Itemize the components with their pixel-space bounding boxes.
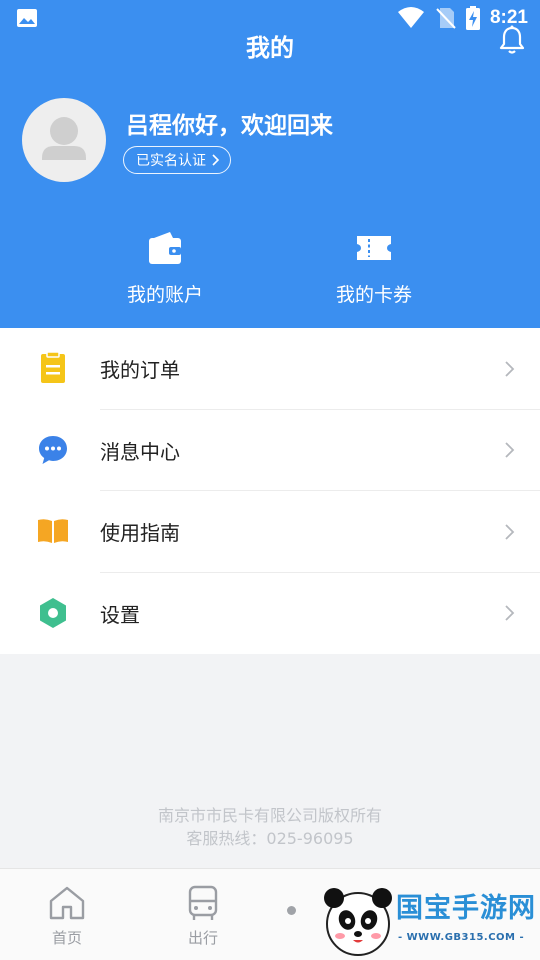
chevron-right-icon: [212, 154, 220, 166]
menu-item-messages[interactable]: 消息中心: [0, 410, 540, 491]
my-account-label: 我的账户: [126, 284, 203, 306]
gallery-notification-icon: [17, 9, 37, 27]
default-user-icon: [42, 117, 86, 160]
settings-hexagon-icon: [40, 597, 66, 628]
verified-badge-button[interactable]: 已实名认证: [123, 146, 231, 174]
verified-label: 已实名认证: [136, 153, 206, 169]
menu-label-messages: 消息中心: [100, 439, 180, 464]
wallet-icon: [149, 232, 181, 264]
chevron-right-icon: [505, 605, 515, 621]
no-sim-icon: [436, 8, 456, 29]
my-coupons-button[interactable]: 我的卡券: [289, 228, 459, 307]
profile-header: 8:21 我的 吕程你好，欢迎回来 已实名认证 我的账户 我的卡券: [0, 0, 540, 328]
footer-copyright: 南京市市民卡有限公司版权所有 客服热线：025-96095: [0, 804, 540, 850]
copyright-text: 南京市市民卡有限公司版权所有: [157, 806, 382, 825]
bus-icon: [188, 885, 218, 920]
notification-bell-icon[interactable]: [496, 24, 528, 56]
tab-home-label: 首页: [51, 929, 82, 947]
tab-travel-label: 出行: [187, 929, 218, 947]
order-clipboard-icon: [41, 351, 65, 383]
tab-travel[interactable]: 出行: [163, 883, 243, 948]
my-coupons-label: 我的卡券: [335, 284, 412, 306]
menu-label-guide: 使用指南: [100, 521, 180, 546]
menu-list: 我的订单 消息中心 使用指南 设置: [0, 328, 540, 654]
tab-home[interactable]: 首页: [27, 883, 107, 948]
my-account-button[interactable]: 我的账户: [80, 228, 250, 307]
battery-charging-icon: [465, 6, 480, 30]
greeting-text: 吕程你好，欢迎回来: [126, 113, 333, 139]
menu-item-settings[interactable]: 设置: [0, 573, 540, 655]
menu-item-orders[interactable]: 我的订单: [0, 328, 540, 410]
site-watermark: 国宝手游网 - WWW.GB315.COM -: [320, 880, 540, 960]
chevron-right-icon: [505, 442, 515, 458]
menu-label-settings: 设置: [100, 602, 140, 627]
menu-label-orders: 我的订单: [100, 358, 180, 383]
avatar[interactable]: [22, 98, 106, 182]
ticket-icon: [357, 236, 391, 260]
message-bubble-icon: [39, 435, 67, 464]
watermark-url: - WWW.GB315.COM -: [398, 932, 525, 943]
tab-indicator-dot: [287, 906, 296, 915]
menu-item-guide[interactable]: 使用指南: [0, 491, 540, 573]
chevron-right-icon: [505, 524, 515, 540]
panda-logo-icon: [324, 888, 392, 956]
book-icon: [38, 519, 68, 543]
page-title: 我的: [246, 34, 294, 62]
wifi-icon: [397, 7, 424, 28]
home-icon: [49, 886, 85, 920]
watermark-text: 国宝手游网: [396, 893, 536, 924]
chevron-right-icon: [505, 361, 515, 377]
hotline-text: 客服热线：025-96095: [186, 829, 354, 848]
